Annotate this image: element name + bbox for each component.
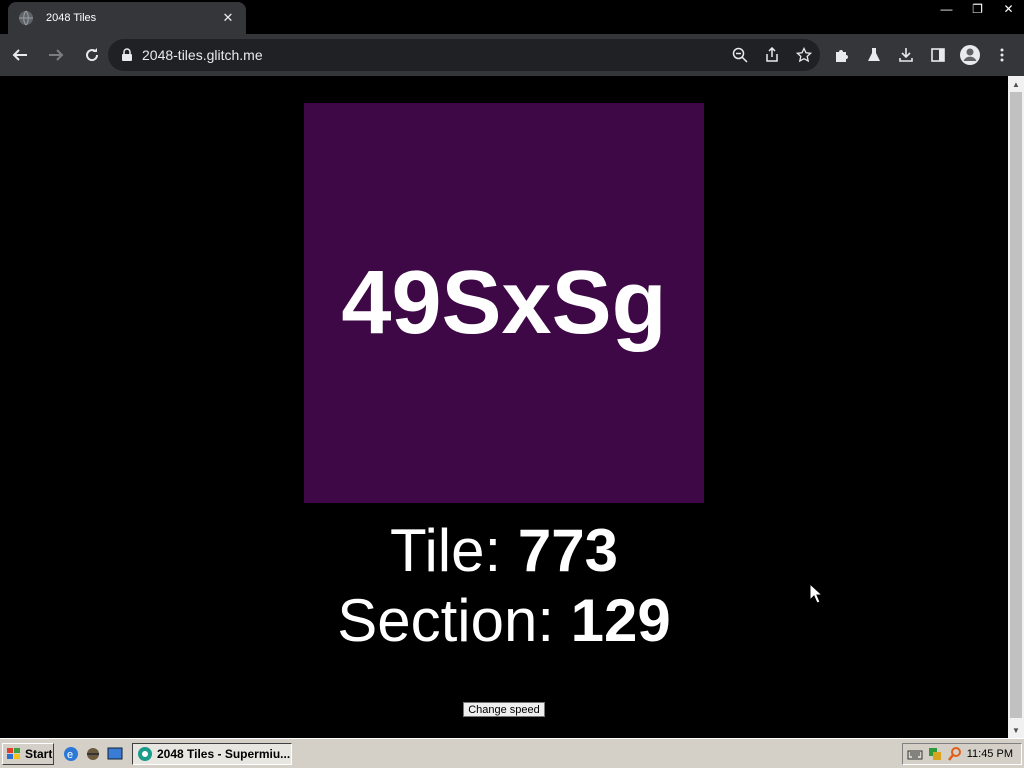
zoom-button[interactable] [724, 39, 756, 71]
section-label: Section: [337, 587, 571, 654]
show-desktop-icon[interactable] [106, 745, 124, 763]
reload-button[interactable] [76, 39, 108, 71]
restore-button[interactable]: ❐ [962, 0, 993, 18]
scrollbar-thumb[interactable] [1010, 92, 1022, 718]
share-button[interactable] [756, 39, 788, 71]
browser-toolbar: 2048-tiles.glitch.me [0, 34, 1024, 76]
puzzle-icon [836, 50, 848, 62]
minimize-button[interactable]: — [931, 0, 962, 18]
start-label: Start [25, 747, 53, 761]
taskbar-item-browser[interactable]: 2048 Tiles - Supermiu... [132, 743, 292, 765]
url-text[interactable]: 2048-tiles.glitch.me [142, 47, 724, 63]
vertical-scrollbar[interactable]: ▲ ▼ [1008, 76, 1024, 738]
browser-tabstrip: 2048 Tiles ✕ — ❐ ✕ [0, 0, 1024, 34]
reload-icon [86, 48, 99, 62]
side-panel-icon [931, 48, 945, 62]
labs-button[interactable] [858, 39, 890, 71]
menu-button[interactable] [986, 39, 1018, 71]
side-panel-button[interactable] [922, 39, 954, 71]
globe-icon [19, 10, 33, 26]
lock-icon[interactable] [120, 48, 134, 62]
kebab-menu-icon [1000, 48, 1004, 62]
forward-button[interactable] [40, 39, 72, 71]
change-speed-button[interactable]: Change speed [463, 702, 545, 717]
tab-close-icon[interactable]: ✕ [220, 10, 236, 26]
network-icon[interactable] [927, 746, 943, 762]
tab-2048-tiles[interactable]: 2048 Tiles ✕ [8, 2, 246, 34]
tile-text: 49SxSg [341, 252, 667, 353]
address-bar[interactable]: 2048-tiles.glitch.me [108, 39, 820, 71]
keyboard-icon[interactable] [907, 746, 923, 762]
quick-launch: e [62, 745, 124, 763]
zoom-out-icon [732, 47, 748, 63]
bookmark-button[interactable] [788, 39, 820, 71]
scroll-down-arrow-icon[interactable]: ▼ [1008, 722, 1024, 738]
back-button[interactable] [4, 39, 36, 71]
extensions-button[interactable] [826, 39, 858, 71]
taskbar-item-label: 2048 Tiles - Supermiu... [157, 747, 291, 761]
back-arrow-icon [12, 49, 27, 61]
page-viewport: 49SxSg Tile: 773 Section: 129 Change spe… [0, 76, 1008, 738]
flask-icon [868, 48, 880, 61]
scroll-up-arrow-icon[interactable]: ▲ [1008, 76, 1024, 92]
close-window-button[interactable]: ✕ [993, 0, 1024, 18]
windows-flag-icon [7, 748, 20, 759]
search-tray-icon[interactable] [947, 746, 963, 762]
avatar-icon [960, 45, 980, 65]
window-controls: — ❐ ✕ [931, 0, 1024, 18]
tile-label: Tile: [390, 517, 518, 584]
downloads-button[interactable] [890, 39, 922, 71]
tile-value: 773 [517, 517, 618, 584]
download-icon [899, 48, 913, 62]
share-icon [766, 47, 778, 62]
tab-title: 2048 Tiles [46, 12, 97, 24]
start-button[interactable]: Start [2, 743, 54, 765]
windows-taskbar: Start e 2048 Tiles - Supermiu... 11:45 P… [0, 738, 1024, 768]
profile-button[interactable] [954, 39, 986, 71]
tile-display: 49SxSg [304, 103, 704, 503]
program-icon[interactable] [84, 745, 102, 763]
section-value: 129 [570, 587, 671, 654]
svg-text:e: e [67, 749, 73, 761]
forward-arrow-icon [49, 49, 64, 61]
mouse-cursor-icon [809, 583, 823, 604]
browser-app-icon [138, 747, 152, 761]
section-counter: Section: 129 [304, 586, 704, 656]
system-tray: 11:45 PM [902, 743, 1022, 765]
internet-explorer-icon[interactable]: e [62, 745, 80, 763]
tile-counter: Tile: 773 [304, 516, 704, 586]
toolbar-actions [826, 39, 1018, 71]
star-icon [796, 47, 812, 63]
clock[interactable]: 11:45 PM [967, 748, 1013, 760]
